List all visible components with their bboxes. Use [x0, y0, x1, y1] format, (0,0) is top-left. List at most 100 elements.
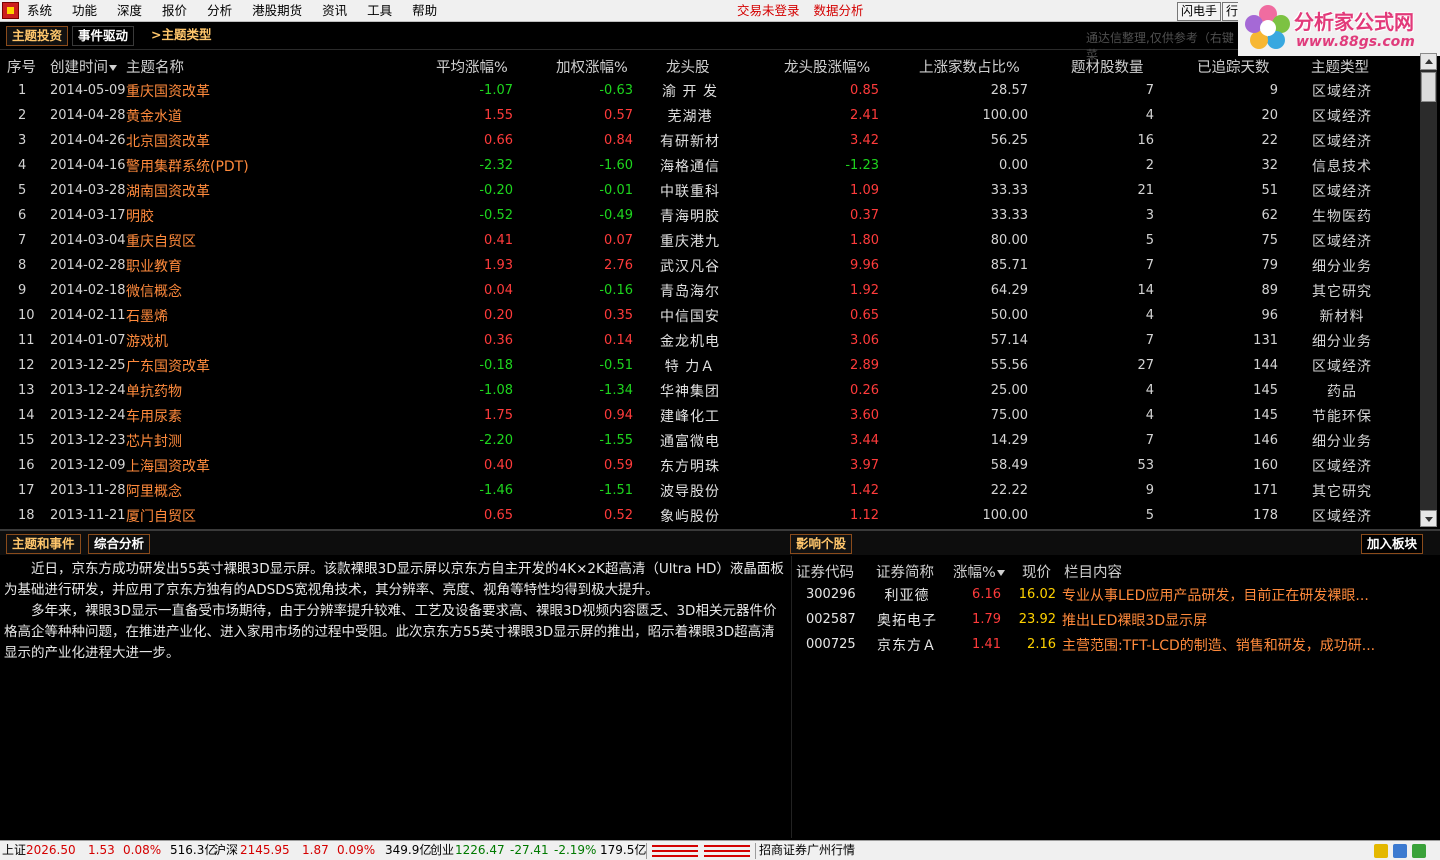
cy-index-value[interactable]: 1226.47	[455, 841, 505, 860]
tab-impacted-stocks[interactable]: 影响个股	[790, 534, 853, 554]
row-leader-stock[interactable]: 东方明珠	[658, 456, 722, 476]
table-row[interactable]: 17 2013-11-28 阿里概念 -1.46 -1.51 波导股份 1.42 22.22 9…	[0, 479, 1420, 504]
tab-theme-type[interactable]: >主题类型	[146, 26, 216, 46]
table-row[interactable]: 15 2013-12-23 芯片封测 -2.20 -1.55 通富微电 3.44 14.29 7…	[0, 429, 1420, 454]
table-row[interactable]: 5 2014-03-28 湖南国资改革 -0.20 -0.01 中联重科 1.09 33.33…	[0, 179, 1420, 204]
data-analysis-link[interactable]: 数据分析	[814, 3, 864, 18]
row-theme-name[interactable]: 芯片封测	[126, 431, 182, 451]
menu-system[interactable]: 系统	[27, 0, 52, 22]
row-theme-name[interactable]: 广东国资改革	[126, 356, 210, 376]
row-leader-stock[interactable]: 特 力Ａ	[658, 356, 722, 376]
scroll-down-button[interactable]	[1420, 510, 1437, 527]
trade-login-link[interactable]: 交易未登录	[737, 3, 800, 18]
row-theme-name[interactable]: 车用尿素	[126, 406, 182, 426]
col-stock-content[interactable]: 栏目内容	[1064, 561, 1122, 582]
menu-hk-futures[interactable]: 港股期货	[252, 0, 302, 22]
connection-icon[interactable]	[1412, 844, 1426, 858]
row-theme-name[interactable]: 阿里概念	[126, 481, 182, 501]
row-theme-name[interactable]: 职业教育	[126, 256, 182, 276]
row-leader-stock[interactable]: 建峰化工	[658, 406, 722, 426]
row-leader-stock[interactable]: 海格通信	[658, 156, 722, 176]
menu-function[interactable]: 功能	[72, 0, 97, 22]
table-row[interactable]: 6 2014-03-17 明胶 -0.52 -0.49 青海明胶 0.37 33.33 3 62 生…	[0, 204, 1420, 229]
tab-event-driven[interactable]: 事件驱动	[72, 26, 135, 46]
menu-tools[interactable]: 工具	[367, 0, 392, 22]
col-stock-count[interactable]: 题材股数量	[1071, 56, 1144, 77]
table-row[interactable]: 7 2014-03-04 重庆自贸区 0.41 0.07 重庆港九 1.80 80.00 5 75…	[0, 229, 1420, 254]
row-leader-stock[interactable]: 中联重科	[658, 181, 722, 201]
row-leader-stock[interactable]: 中信国安	[658, 306, 722, 326]
row-leader-stock[interactable]: 芜湖港	[658, 106, 722, 126]
tab-comprehensive[interactable]: 综合分析	[88, 534, 151, 554]
app-logo-icon[interactable]	[2, 2, 19, 19]
impacted-stock-row[interactable]: 002587 奥拓电子 1.79 23.92 推出LED裸眼3D显示屏	[793, 608, 1439, 633]
col-stock-code[interactable]: 证券代码	[796, 561, 854, 582]
table-row[interactable]: 18 2013-11-21 厦门自贸区 0.65 0.52 象屿股份 1.12 100.00 5…	[0, 504, 1420, 529]
row-leader-stock[interactable]: 青岛海尔	[658, 281, 722, 301]
col-theme-type[interactable]: 主题类型	[1311, 56, 1369, 77]
col-stock-name[interactable]: 证券简称	[876, 561, 934, 582]
row-theme-name[interactable]: 游戏机	[126, 331, 168, 351]
row-theme-name[interactable]: 厦门自贸区	[126, 506, 196, 526]
col-theme-name[interactable]: 主题名称	[126, 56, 184, 77]
col-created[interactable]: 创建时间	[50, 56, 117, 77]
row-leader-stock[interactable]: 重庆港九	[658, 231, 722, 251]
row-theme-name[interactable]: 重庆自贸区	[126, 231, 196, 251]
table-row[interactable]: 13 2013-12-24 单抗药物 -1.08 -1.34 华神集团 0.26 25.00 4…	[0, 379, 1420, 404]
col-avg-change[interactable]: 平均涨幅%	[436, 56, 508, 77]
table-row[interactable]: 14 2013-12-24 车用尿素 1.75 0.94 建峰化工 3.60 75.00 4 14…	[0, 404, 1420, 429]
table-row[interactable]: 9 2014-02-18 微信概念 0.04 -0.16 青岛海尔 1.92 64.29 14 8…	[0, 279, 1420, 304]
menu-depth[interactable]: 深度	[117, 0, 142, 22]
table-row[interactable]: 4 2014-04-16 警用集群系统(PDT) -2.32 -1.60 海格通信 -1.2…	[0, 154, 1420, 179]
pane-divider[interactable]	[791, 556, 792, 838]
sh-index-value[interactable]: 2026.50	[26, 841, 76, 860]
row-leader-stock[interactable]: 渝 开 发	[658, 81, 722, 101]
table-row[interactable]: 1 2014-05-09 重庆国资改革 -1.07 -0.63 渝 开 发 0.85 28.5…	[0, 79, 1420, 104]
row-theme-name[interactable]: 微信概念	[126, 281, 182, 301]
row-theme-name[interactable]: 重庆国资改革	[126, 81, 210, 101]
menu-help[interactable]: 帮助	[412, 0, 437, 22]
impacted-stock-row[interactable]: 300296 利亚德 6.16 16.02 专业从事LED应用产品研发，目前正在研发裸眼…	[793, 583, 1439, 608]
network-icon[interactable]	[1393, 844, 1407, 858]
table-row[interactable]: 8 2014-02-28 职业教育 1.93 2.76 武汉凡谷 9.96 85.71 7 79 细…	[0, 254, 1420, 279]
table-row[interactable]: 16 2013-12-09 上海国资改革 0.40 0.59 东方明珠 3.97 58.49 5…	[0, 454, 1420, 479]
col-stock-price[interactable]: 现价	[1022, 561, 1051, 582]
lock-icon[interactable]	[1374, 844, 1388, 858]
table-row[interactable]: 11 2014-01-07 游戏机 0.36 0.14 金龙机电 3.06 57.14 7 131…	[0, 329, 1420, 354]
row-theme-name[interactable]: 警用集群系统(PDT)	[126, 156, 249, 176]
row-leader-stock[interactable]: 华神集团	[658, 381, 722, 401]
col-index[interactable]: 序号	[7, 56, 36, 77]
add-to-sector-button[interactable]: 加入板块	[1361, 534, 1424, 554]
row-theme-name[interactable]: 湖南国资改革	[126, 181, 210, 201]
scroll-up-button[interactable]	[1420, 53, 1437, 70]
row-leader-stock[interactable]: 波导股份	[658, 481, 722, 501]
col-leader-change[interactable]: 龙头股涨幅%	[784, 56, 870, 77]
impacted-stock-row[interactable]: 000725 京东方Ａ 1.41 2.16 主营范围:TFT-LCD的制造、销售和研发，…	[793, 633, 1439, 658]
table-row[interactable]: 12 2013-12-25 广东国资改革 -0.18 -0.51 特 力Ａ 2.89 55.5…	[0, 354, 1420, 379]
col-stock-change[interactable]: 涨幅%	[953, 561, 1005, 582]
tab-theme-investment[interactable]: 主题投资	[6, 26, 69, 46]
scroll-thumb[interactable]	[1421, 72, 1436, 102]
row-leader-stock[interactable]: 武汉凡谷	[658, 256, 722, 276]
row-theme-name[interactable]: 石墨烯	[126, 306, 168, 326]
flash-trade-button[interactable]: 闪电手	[1177, 2, 1222, 21]
col-leader[interactable]: 龙头股	[666, 56, 710, 77]
menu-quote[interactable]: 报价	[162, 0, 187, 22]
row-theme-name[interactable]: 北京国资改革	[126, 131, 210, 151]
table-row[interactable]: 10 2014-02-11 石墨烯 0.20 0.35 中信国安 0.65 50.00 4 96 新…	[0, 304, 1420, 329]
tab-theme-event[interactable]: 主题和事件	[6, 534, 81, 554]
menu-analysis[interactable]: 分析	[207, 0, 232, 22]
row-leader-stock[interactable]: 金龙机电	[658, 331, 722, 351]
col-up-ratio[interactable]: 上涨家数占比%	[919, 56, 1020, 77]
table-row[interactable]: 3 2014-04-26 北京国资改革 0.66 0.84 有研新材 3.42 56.25 16…	[0, 129, 1420, 154]
col-tracked-days[interactable]: 已追踪天数	[1197, 56, 1270, 77]
row-theme-name[interactable]: 上海国资改革	[126, 456, 210, 476]
row-leader-stock[interactable]: 青海明胶	[658, 206, 722, 226]
menu-news[interactable]: 资讯	[322, 0, 347, 22]
table-scrollbar[interactable]	[1420, 53, 1437, 527]
row-leader-stock[interactable]: 有研新材	[658, 131, 722, 151]
row-leader-stock[interactable]: 象屿股份	[658, 506, 722, 526]
row-theme-name[interactable]: 黄金水道	[126, 106, 182, 126]
col-weighted-change[interactable]: 加权涨幅%	[556, 56, 628, 77]
hs-index-value[interactable]: 2145.95	[240, 841, 290, 860]
